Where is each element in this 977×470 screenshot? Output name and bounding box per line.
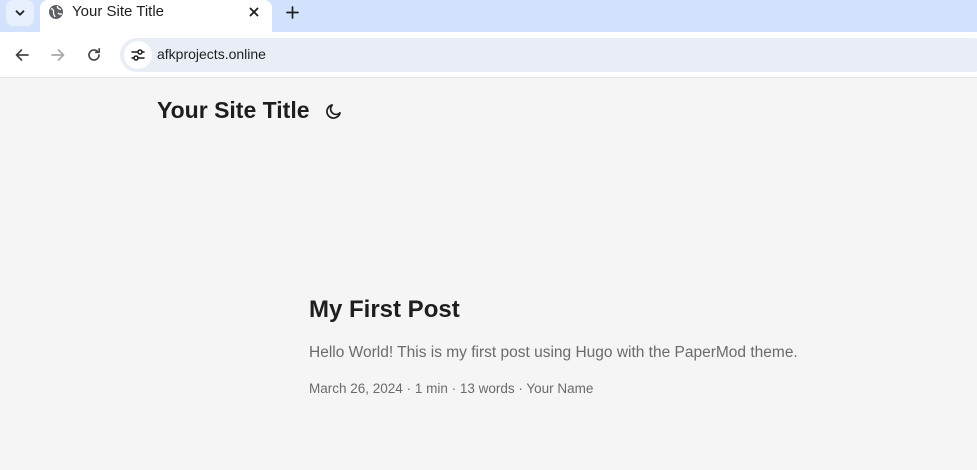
reload-button[interactable] bbox=[82, 43, 106, 67]
meta-separator: · bbox=[447, 381, 460, 396]
meta-separator: · bbox=[514, 381, 527, 396]
close-icon bbox=[249, 7, 259, 17]
post-title-link[interactable]: My First Post bbox=[309, 296, 460, 324]
post-author: Your Name bbox=[526, 381, 594, 396]
arrow-left-icon bbox=[15, 49, 29, 61]
plus-icon bbox=[285, 5, 299, 19]
reload-icon bbox=[88, 47, 101, 61]
back-button[interactable] bbox=[10, 43, 34, 67]
forward-button[interactable] bbox=[46, 43, 70, 67]
browser-toolbar: afkprojects.online bbox=[0, 32, 977, 78]
tab-title: Your Site Title bbox=[72, 3, 164, 20]
post-meta: March 26, 2024 · 1 min · 13 words · Your… bbox=[309, 381, 593, 396]
post-word-count: 13 words bbox=[459, 381, 515, 396]
tab-search-button[interactable] bbox=[6, 0, 34, 26]
chevron-down-icon bbox=[15, 10, 25, 16]
active-tab[interactable]: Your Site Title bbox=[40, 0, 272, 32]
site-info-button[interactable] bbox=[124, 41, 152, 69]
close-tab-button[interactable] bbox=[246, 4, 262, 20]
moon-icon bbox=[326, 104, 341, 119]
theme-toggle-button[interactable] bbox=[324, 101, 344, 121]
post-summary: Hello World! This is my first post using… bbox=[309, 344, 798, 361]
globe-icon bbox=[49, 5, 63, 19]
site-title-link[interactable]: Your Site Title bbox=[157, 97, 310, 124]
arrow-right-icon bbox=[51, 49, 65, 61]
post-date: March 26, 2024 bbox=[309, 381, 403, 396]
new-tab-button[interactable] bbox=[282, 2, 302, 22]
post-reading-time: 1 min bbox=[414, 381, 448, 396]
meta-separator: · bbox=[402, 381, 415, 396]
url-text[interactable]: afkprojects.online bbox=[157, 46, 266, 62]
tune-icon bbox=[131, 49, 145, 61]
web-page: Your Site Title My First Post Hello Worl… bbox=[0, 79, 977, 470]
tab-strip: Your Site Title bbox=[0, 0, 977, 32]
address-bar[interactable]: afkprojects.online bbox=[120, 38, 977, 72]
